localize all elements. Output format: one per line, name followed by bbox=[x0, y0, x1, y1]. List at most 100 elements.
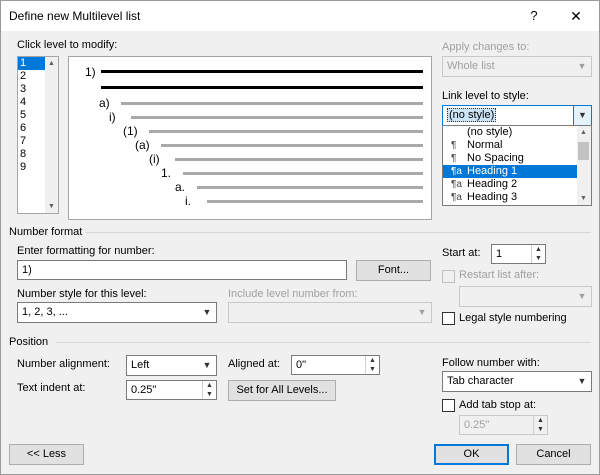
level-item[interactable]: 7 bbox=[18, 135, 45, 148]
apply-changes-label: Apply changes to: bbox=[442, 41, 530, 53]
set-all-levels-button[interactable]: Set for All Levels... bbox=[228, 380, 336, 401]
preview-level-label: i. bbox=[185, 194, 191, 208]
paragraph-icon: ¶ bbox=[451, 140, 457, 151]
style-option[interactable]: ¶a Heading 3 bbox=[443, 191, 578, 204]
preview-level-label: (1) bbox=[123, 124, 138, 138]
preview-line bbox=[131, 116, 423, 119]
add-tab-stop-label: Add tab stop at: bbox=[459, 399, 537, 411]
level-item[interactable]: 8 bbox=[18, 148, 45, 161]
link-level-dropdown[interactable]: (no style) ¶ Normal ¶ No Spacing ¶a Heading 1 ¶… bbox=[442, 125, 592, 206]
style-option-label: (no style) bbox=[467, 126, 513, 138]
preview-level-label: 1. bbox=[161, 166, 172, 180]
chevron-down-icon: ▼ bbox=[577, 291, 587, 301]
chevron-down-icon: ▼ bbox=[417, 307, 427, 317]
spin-down-icon[interactable]: ▼ bbox=[531, 254, 545, 263]
preview-level-label: (i) bbox=[149, 152, 160, 166]
restart-list-label: Restart list after: bbox=[459, 269, 540, 281]
include-level-label: Include level number from: bbox=[228, 288, 358, 300]
style-option[interactable]: ¶a Heading 1 bbox=[443, 165, 578, 178]
level-item[interactable]: 5 bbox=[18, 109, 45, 122]
level-item[interactable]: 6 bbox=[18, 122, 45, 135]
dropdown-items: (no style) ¶ Normal ¶ No Spacing ¶a Heading 1 ¶… bbox=[443, 126, 578, 204]
style-option[interactable]: (no style) bbox=[443, 126, 578, 139]
level-list-label: Click level to modify: bbox=[17, 39, 118, 51]
close-icon[interactable]: ✕ bbox=[561, 1, 591, 31]
text-indent-spinner[interactable]: 0.25" ▲ ▼ bbox=[126, 380, 217, 400]
chevron-down-icon: ▼ bbox=[577, 61, 587, 71]
restart-list-select: ▼ bbox=[459, 286, 592, 307]
style-option-label: Heading 3 bbox=[467, 191, 518, 203]
style-option-label: Heading 2 bbox=[467, 178, 518, 190]
start-at-spinner[interactable]: 1 ▲ ▼ bbox=[491, 244, 546, 264]
help-icon[interactable]: ? bbox=[519, 1, 549, 31]
chevron-down-icon[interactable]: ▼ bbox=[198, 356, 216, 375]
spin-up-icon: ▲ bbox=[533, 416, 547, 425]
scroll-down-icon[interactable]: ▼ bbox=[577, 192, 590, 205]
dropdown-scrollbar[interactable]: ▲ ▼ bbox=[577, 126, 591, 205]
spin-down-icon[interactable]: ▼ bbox=[365, 365, 379, 374]
link-level-select[interactable]: (no style) ▼ bbox=[442, 105, 592, 126]
level-item[interactable]: 2 bbox=[18, 70, 45, 83]
number-alignment-label: Number alignment: bbox=[17, 358, 110, 370]
style-option[interactable]: ¶ No Spacing bbox=[443, 152, 578, 165]
aligned-at-label: Aligned at: bbox=[228, 358, 280, 370]
linked-style-icon: ¶a bbox=[451, 179, 462, 190]
section-divider bbox=[56, 342, 591, 343]
level-item[interactable]: 4 bbox=[18, 96, 45, 109]
style-option-label: Heading 1 bbox=[467, 165, 518, 177]
list-preview: 1) a) i) (1) (a) (i) 1. a. i. bbox=[68, 56, 432, 220]
include-level-select: ▼ bbox=[228, 302, 432, 323]
add-tab-stop-checkbox[interactable] bbox=[442, 399, 455, 412]
number-alignment-select[interactable]: Left ▼ bbox=[126, 355, 217, 376]
style-option-label: No Spacing bbox=[467, 152, 524, 164]
chevron-down-icon[interactable]: ▼ bbox=[198, 303, 216, 322]
enter-formatting-label: Enter formatting for number: bbox=[17, 245, 155, 257]
scroll-down-icon[interactable]: ▼ bbox=[45, 200, 58, 213]
spin-up-icon[interactable]: ▲ bbox=[365, 356, 379, 365]
preview-line bbox=[101, 86, 423, 89]
position-section: Position bbox=[9, 336, 49, 348]
preview-level-label: 1) bbox=[85, 65, 96, 79]
font-button[interactable]: Font... bbox=[356, 260, 431, 281]
level-item[interactable]: 1 bbox=[18, 57, 45, 70]
level-scrollbar[interactable]: ▲ ▼ bbox=[45, 57, 58, 213]
spin-up-icon[interactable]: ▲ bbox=[202, 381, 216, 390]
linked-style-icon: ¶a bbox=[451, 166, 462, 177]
scroll-thumb[interactable] bbox=[578, 142, 589, 160]
preview-line bbox=[197, 186, 423, 189]
scroll-up-icon[interactable]: ▲ bbox=[577, 126, 590, 139]
preview-level-label: a) bbox=[99, 96, 110, 110]
level-item[interactable]: 3 bbox=[18, 83, 45, 96]
ok-button[interactable]: OK bbox=[434, 444, 509, 465]
paragraph-icon: ¶ bbox=[451, 153, 457, 164]
spin-up-icon[interactable]: ▲ bbox=[531, 245, 545, 254]
cancel-button[interactable]: Cancel bbox=[516, 444, 591, 465]
dialog-title: Define new Multilevel list bbox=[9, 9, 141, 23]
style-option[interactable]: ¶ Normal bbox=[443, 139, 578, 152]
chevron-down-icon[interactable]: ▼ bbox=[573, 106, 591, 125]
legal-style-checkbox[interactable] bbox=[442, 312, 455, 325]
number-format-input[interactable]: 1) bbox=[17, 260, 347, 280]
apply-changes-select: Whole list ▼ bbox=[442, 56, 592, 77]
preview-line bbox=[183, 172, 423, 175]
preview-line bbox=[207, 200, 423, 203]
less-button[interactable]: << Less bbox=[9, 444, 84, 465]
preview-level-label: (a) bbox=[135, 138, 150, 152]
linked-style-icon: ¶a bbox=[451, 192, 462, 203]
scroll-up-icon[interactable]: ▲ bbox=[45, 57, 58, 70]
chevron-down-icon[interactable]: ▼ bbox=[573, 372, 591, 391]
preview-line bbox=[121, 102, 423, 105]
preview-level-label: i) bbox=[109, 110, 116, 124]
link-level-label: Link level to style: bbox=[442, 90, 529, 102]
level-listbox[interactable]: 123456789 ▲ ▼ bbox=[17, 56, 59, 214]
multilevel-list-dialog: Define new Multilevel list ? ✕ Click lev… bbox=[0, 0, 600, 475]
title-bar: Define new Multilevel list ? ✕ bbox=[1, 1, 599, 31]
style-option[interactable]: ¶a Heading 2 bbox=[443, 178, 578, 191]
number-style-select[interactable]: 1, 2, 3, ... ▼ bbox=[17, 302, 217, 323]
spin-down-icon[interactable]: ▼ bbox=[202, 390, 216, 399]
follow-number-label: Follow number with: bbox=[442, 357, 540, 369]
number-style-label: Number style for this level: bbox=[17, 288, 147, 300]
level-item[interactable]: 9 bbox=[18, 161, 45, 174]
aligned-at-spinner[interactable]: 0" ▲ ▼ bbox=[291, 355, 380, 375]
follow-number-select[interactable]: Tab character ▼ bbox=[442, 371, 592, 392]
